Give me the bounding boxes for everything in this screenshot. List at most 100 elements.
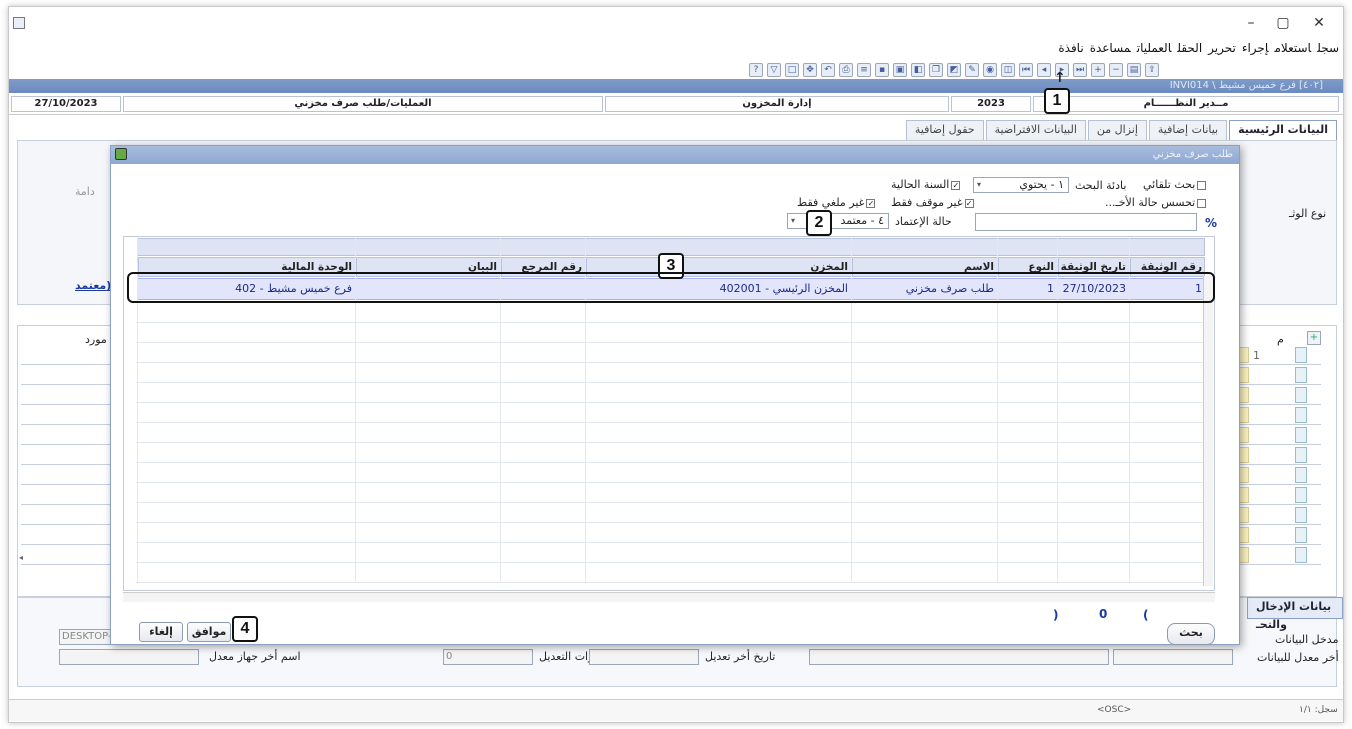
- menu-record[interactable]: سجل: [1317, 41, 1339, 55]
- not-cancelled-checkbox[interactable]: ✓غير ملغي فقط: [797, 196, 876, 209]
- info-department: إدارة المخزون: [605, 96, 949, 112]
- dialog-title-bar: طلب صرف مخزني: [111, 146, 1239, 164]
- menu-operations[interactable]: العمليات: [1137, 41, 1172, 55]
- save-icon[interactable]: ▣: [893, 63, 907, 77]
- app-icon: [13, 17, 25, 29]
- tab-entry-data[interactable]: بيانات الإدخال والتحـ: [1247, 597, 1343, 631]
- row-indicator-cell[interactable]: [1295, 547, 1307, 563]
- grid-line: [136, 582, 1206, 583]
- highlight-frame: [127, 272, 1215, 303]
- approval-select[interactable]: ٤ - معتمد ▾: [787, 213, 889, 229]
- grid-line: [136, 502, 1206, 503]
- row-indicator-cell[interactable]: [1295, 507, 1307, 523]
- search-tool-select[interactable]: ١ - يحتوي ▾: [973, 177, 1069, 193]
- last-editor-code-field: [1113, 649, 1233, 665]
- delete-icon[interactable]: −: [1109, 63, 1123, 77]
- row-indicator-cell[interactable]: [1295, 407, 1307, 423]
- add-row-icon[interactable]: +: [1307, 331, 1321, 345]
- status-mode: <OSC>: [1097, 705, 1132, 715]
- row-indicator-cell[interactable]: [1295, 427, 1307, 443]
- menu-help[interactable]: مساعدة: [1090, 41, 1131, 55]
- row-indicator-cell[interactable]: [1295, 447, 1307, 463]
- cancel-button[interactable]: إلغاء: [139, 622, 183, 642]
- row-indicator-cell[interactable]: [1295, 367, 1307, 383]
- count-open: (: [1143, 608, 1149, 622]
- grid-line: [136, 342, 1206, 343]
- row-indicator-cell[interactable]: [1295, 347, 1307, 363]
- paste-icon[interactable]: ◩: [947, 63, 961, 77]
- grid-line: [136, 322, 1206, 323]
- info-path: العمليات/طلب صرف مخزني: [123, 96, 603, 112]
- new-icon[interactable]: □: [785, 63, 799, 77]
- doc-icon[interactable]: ▤: [1127, 63, 1141, 77]
- remember-last-checkbox[interactable]: تحسس حالة الأخـ...: [1105, 196, 1207, 209]
- tab-main-data[interactable]: البيانات الرئيسية: [1229, 120, 1337, 140]
- last-device-label: اسم أخر جهاز معدل: [209, 650, 301, 663]
- scroll-left-icon[interactable]: ◂: [19, 553, 29, 563]
- menu-window[interactable]: نافذة: [1058, 41, 1083, 55]
- minimize-button[interactable]: –: [1241, 15, 1261, 33]
- menu-query[interactable]: استعلام: [1275, 41, 1312, 55]
- last-editor-field: [809, 649, 1109, 665]
- last-edit-date-label: تاريخ أخر تعديل: [705, 650, 776, 663]
- row-indicator-cell[interactable]: [1295, 387, 1307, 403]
- grid-line: [136, 522, 1206, 523]
- search-icon[interactable]: ◉: [983, 63, 997, 77]
- view-icon[interactable]: ◫: [1001, 63, 1015, 77]
- menu-edit[interactable]: تحرير: [1208, 41, 1236, 55]
- main-tabs: البيانات الرئيسية بيانات إضافية إنزال من…: [905, 120, 1337, 140]
- search-tool-label: بادئة البحث: [1075, 179, 1127, 192]
- lock-icon[interactable]: ▪: [875, 63, 889, 77]
- last-edit-date-field: [589, 649, 699, 665]
- prev-record-icon[interactable]: ◂: [1037, 63, 1051, 77]
- info-user: مــدير النظــــــام: [1033, 96, 1339, 112]
- maximize-button[interactable]: ▢: [1273, 15, 1293, 33]
- preview-icon[interactable]: ◧: [911, 63, 925, 77]
- help-icon[interactable]: ?: [749, 63, 763, 77]
- tab-import-from[interactable]: إنزال من: [1087, 120, 1147, 140]
- permanent-label: دامة: [75, 185, 95, 198]
- tab-additional-data[interactable]: بيانات إضافية: [1148, 120, 1228, 140]
- vertical-scrollbar[interactable]: [1203, 276, 1213, 586]
- count-close: ): [1053, 608, 1059, 622]
- grid-line: [136, 482, 1206, 483]
- grid-line: [136, 362, 1206, 363]
- not-stopped-checkbox[interactable]: ✓غير موقف فقط: [891, 196, 974, 209]
- tab-extra-fields[interactable]: حقول إضافية: [905, 120, 984, 140]
- list-icon[interactable]: ≡: [857, 63, 871, 77]
- move-icon[interactable]: ✥: [803, 63, 817, 77]
- last-device-field: [59, 649, 199, 665]
- callout-2: 2: [806, 210, 832, 236]
- approved-link[interactable]: معتمد): [75, 279, 111, 292]
- close-button[interactable]: ✕: [1309, 15, 1329, 33]
- print-icon[interactable]: ⎙: [839, 63, 853, 77]
- undo-icon[interactable]: ↶: [821, 63, 835, 77]
- insert-icon[interactable]: +: [1091, 63, 1105, 77]
- search-button[interactable]: بحث: [1167, 623, 1215, 645]
- grid-line: [136, 422, 1206, 423]
- form-title: [٤٠٢] فرع خميس مشيط \ INVI014: [1169, 80, 1323, 91]
- copy-icon[interactable]: ❐: [929, 63, 943, 77]
- auto-search-checkbox[interactable]: بحث تلقائي: [1143, 178, 1207, 191]
- horizontal-scrollbar[interactable]: [123, 592, 1215, 602]
- approval-label: حالة الإعتماد: [895, 215, 952, 228]
- ok-button[interactable]: موافق: [187, 622, 231, 642]
- grid-line: [136, 382, 1206, 383]
- attach-icon[interactable]: ✎: [965, 63, 979, 77]
- search-input[interactable]: [975, 213, 1197, 231]
- row-indicator-cell[interactable]: [1295, 527, 1307, 543]
- grid-line: [136, 462, 1206, 463]
- dialog-title: طلب صرف مخزني: [1152, 149, 1233, 160]
- filter-icon[interactable]: ▽: [767, 63, 781, 77]
- row1-number: 1: [1253, 349, 1260, 362]
- first-record-icon[interactable]: ⏮: [1019, 63, 1033, 77]
- row-indicator-cell[interactable]: [1295, 487, 1307, 503]
- current-year-checkbox[interactable]: ✓السنة الحالية: [891, 178, 961, 191]
- last-record-icon[interactable]: ⏭: [1073, 63, 1087, 77]
- export-icon[interactable]: ⇪: [1145, 63, 1159, 77]
- menu-action[interactable]: إجراء: [1242, 41, 1269, 55]
- grid-line: [136, 562, 1206, 563]
- tab-default-data[interactable]: البيانات الافتراضية: [985, 120, 1086, 140]
- row-indicator-cell[interactable]: [1295, 467, 1307, 483]
- menu-field[interactable]: الحقل: [1177, 41, 1202, 55]
